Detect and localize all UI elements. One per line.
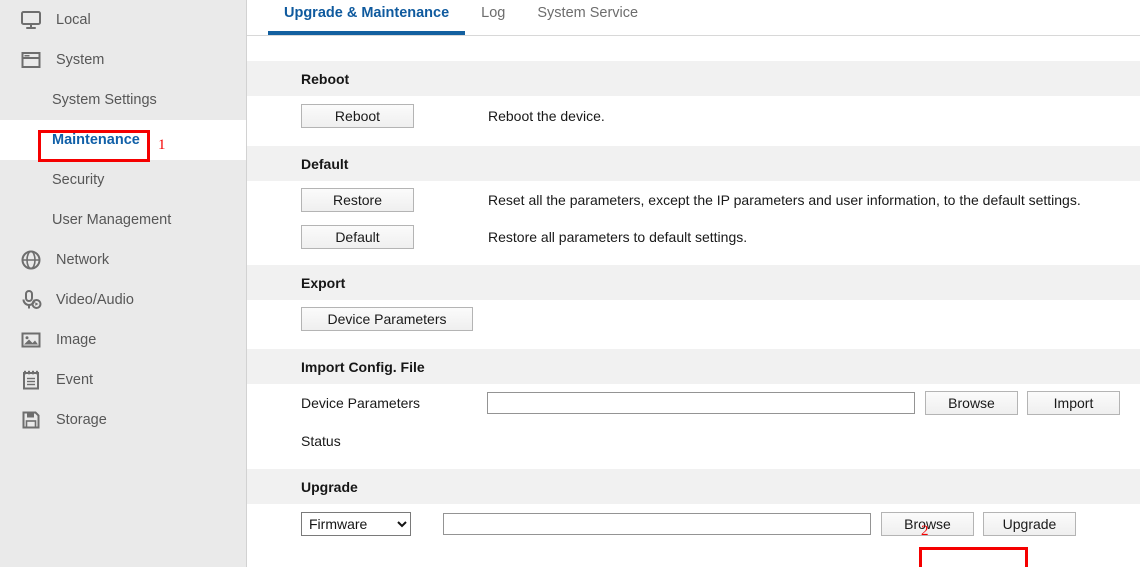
section-header-reboot: Reboot (247, 61, 1140, 96)
notepad-icon (18, 367, 44, 393)
restore-button[interactable]: Restore (301, 188, 414, 212)
import-browse-button[interactable]: Browse (925, 391, 1018, 415)
sidebar-item-label: System (56, 52, 105, 68)
sidebar-item-label: Network (56, 252, 110, 268)
default-button[interactable]: Default (301, 225, 414, 249)
tab-label: Log (481, 5, 506, 21)
default-description: Restore all parameters to default settin… (488, 229, 748, 245)
section-title: Default (301, 155, 349, 172)
default-row: Default Restore all parameters to defaul… (247, 219, 1140, 255)
sidebar-item-image[interactable]: Image (0, 320, 246, 360)
section-header-default: Default (247, 146, 1140, 181)
import-file-row: Device Parameters Browse Import (247, 384, 1140, 422)
section-header-import-config: Import Config. File (247, 349, 1140, 384)
annotation-box-2 (919, 547, 1028, 567)
window-icon (18, 47, 44, 73)
import-device-parameters-label: Device Parameters (301, 395, 421, 411)
sidebar-item-label: Storage (56, 412, 107, 428)
sidebar-item-label: Event (56, 372, 94, 388)
reboot-description: Reboot the device. (488, 108, 605, 124)
restore-row: Restore Reset all the parameters, except… (247, 181, 1140, 219)
export-device-parameters-button[interactable]: Device Parameters (301, 306, 473, 331)
sidebar-item-security[interactable]: Security (0, 160, 246, 200)
import-status-label: Status (301, 433, 341, 449)
sidebar-item-user-management[interactable]: User Management (0, 200, 246, 240)
annotation-number-2: 2 (921, 523, 929, 539)
tab-label: System Service (537, 5, 639, 21)
monitor-icon (18, 7, 44, 33)
upgrade-type-select[interactable]: Firmware (301, 512, 411, 536)
import-file-input[interactable] (487, 392, 915, 414)
tab-label: Upgrade & Maintenance (284, 5, 450, 21)
section-title: Reboot (301, 70, 350, 87)
floppy-disk-icon (18, 407, 44, 433)
tab-bar: Upgrade & Maintenance Log System Service (247, 0, 1140, 36)
section-header-upgrade: Upgrade (247, 469, 1140, 504)
import-status-row: Status (247, 422, 1140, 460)
sidebar-item-label: Maintenance (52, 132, 140, 148)
sidebar-item-label: Security (52, 172, 105, 188)
globe-icon (18, 247, 44, 273)
section-title: Upgrade (301, 478, 358, 495)
sidebar-item-local[interactable]: Local (0, 0, 246, 40)
tab-system-service[interactable]: System Service (521, 0, 654, 31)
sidebar-item-label: System Settings (52, 92, 157, 108)
device-config-page: Local System System Settings Maintenance… (0, 0, 1140, 567)
sidebar-item-system[interactable]: System (0, 40, 246, 80)
tab-upgrade-maintenance[interactable]: Upgrade & Maintenance (268, 0, 466, 35)
annotation-number-1: 1 (158, 137, 166, 153)
sidebar-item-network[interactable]: Network (0, 240, 246, 280)
reboot-row: Reboot Reboot the device. (247, 96, 1140, 136)
import-submit-button[interactable]: Import (1027, 391, 1120, 415)
sidebar-item-label: Image (56, 332, 97, 348)
sidebar-item-label: Local (56, 12, 91, 28)
sidebar-item-label: User Management (52, 212, 172, 228)
upgrade-submit-button[interactable]: Upgrade (983, 512, 1076, 536)
upgrade-file-input[interactable] (443, 513, 871, 535)
upgrade-row: Firmware Browse Upgrade (247, 504, 1140, 544)
reboot-button[interactable]: Reboot (301, 104, 414, 128)
sidebar-item-storage[interactable]: Storage (0, 400, 246, 440)
picture-icon (18, 327, 44, 353)
restore-description: Reset all the parameters, except the IP … (488, 192, 1081, 208)
tab-log[interactable]: Log (465, 0, 521, 31)
sidebar-item-label: Video/Audio (56, 292, 134, 308)
section-title: Export (301, 274, 346, 291)
sidebar-item-video-audio[interactable]: Video/Audio (0, 280, 246, 320)
sidebar-item-system-settings[interactable]: System Settings (0, 80, 246, 120)
export-row: Device Parameters (247, 300, 1140, 337)
section-header-export: Export (247, 265, 1140, 300)
microphone-icon (18, 287, 44, 313)
maintenance-content: Reboot Reboot Reboot the device. Default… (247, 61, 1140, 567)
sidebar-item-maintenance[interactable]: Maintenance (0, 120, 246, 160)
main-panel: Upgrade & Maintenance Log System Service… (247, 0, 1140, 567)
section-title: Import Config. File (301, 358, 425, 375)
sidebar-item-event[interactable]: Event (0, 360, 246, 400)
sidebar: Local System System Settings Maintenance… (0, 0, 247, 567)
